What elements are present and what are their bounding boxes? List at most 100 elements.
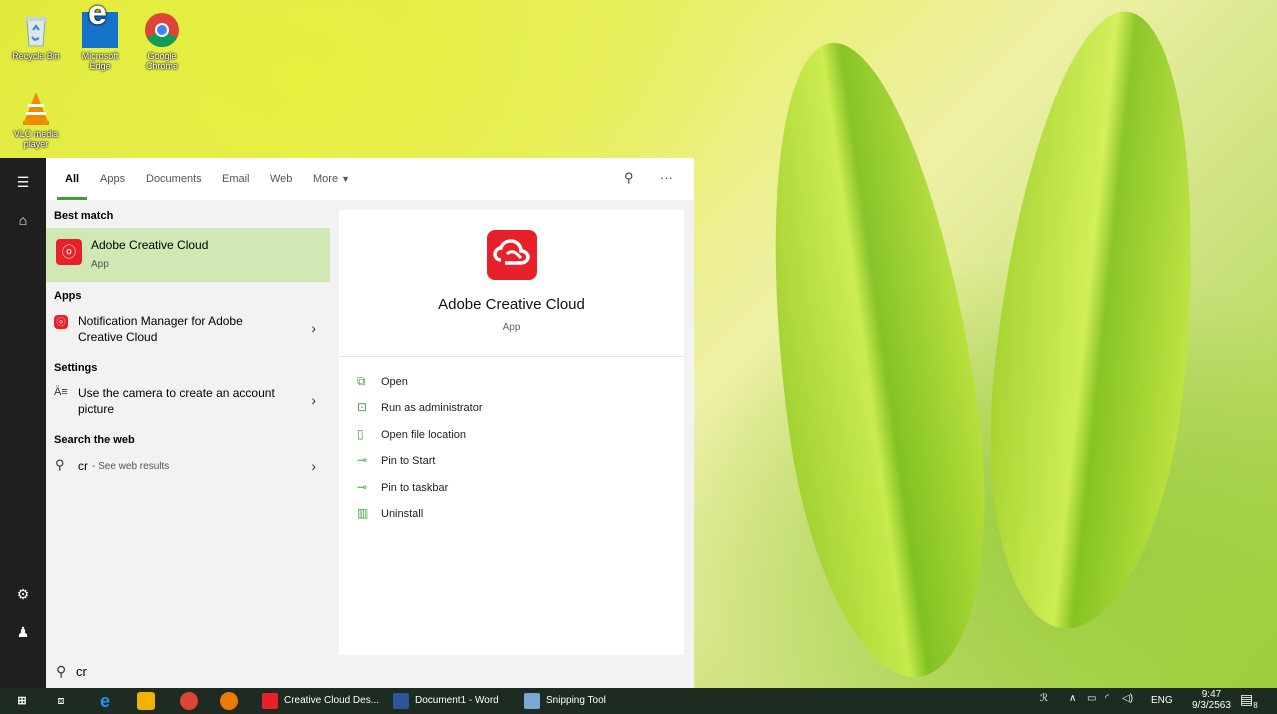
desktop-icon-label: Microsoft Edge bbox=[81, 51, 119, 71]
taskbar-app-word[interactable]: Document1 - Word bbox=[393, 691, 499, 711]
desktop-icon-label: Recycle Bin bbox=[12, 51, 60, 61]
user-icon[interactable]: ♟ bbox=[0, 624, 46, 641]
desktop-icon-chrome[interactable]: Google Chrome bbox=[132, 12, 192, 71]
section-search-web: Search the web bbox=[54, 434, 135, 446]
action-label: Pin to taskbar bbox=[381, 482, 449, 494]
task-view-icon[interactable]: ⧈ bbox=[52, 692, 70, 710]
desktop-icon-edge[interactable]: e Microsoft Edge bbox=[70, 0, 130, 71]
notification-count: 8 bbox=[1253, 700, 1258, 710]
search-box[interactable]: ⚲ cr bbox=[46, 655, 694, 688]
action-open-file-location[interactable]: ▯ Open file location bbox=[357, 427, 466, 441]
result-setting-camera-account[interactable]: Ä≡ Use the camera to create an account p… bbox=[46, 382, 330, 422]
chrome-taskbar-icon[interactable] bbox=[180, 692, 198, 710]
detail-divider bbox=[339, 356, 684, 357]
taskbar-app-label: Snipping Tool bbox=[546, 695, 606, 706]
clock-time: 9:47 bbox=[1201, 689, 1222, 700]
shield-icon: ⊡ bbox=[357, 400, 368, 414]
detail-title: Adobe Creative Cloud bbox=[438, 296, 585, 313]
people-icon[interactable]: ℛ bbox=[1040, 693, 1048, 704]
action-uninstall[interactable]: ▥ Uninstall bbox=[357, 506, 423, 520]
web-query: cr bbox=[78, 459, 88, 473]
wifi-icon[interactable]: ◜ bbox=[1105, 693, 1109, 704]
windows-start-icon[interactable]: ⊞ bbox=[13, 692, 31, 710]
action-label: Open bbox=[381, 376, 408, 388]
tab-web[interactable]: Web bbox=[270, 173, 292, 185]
tab-more[interactable]: More ▼ bbox=[313, 173, 350, 185]
chevron-down-icon: ▼ bbox=[341, 174, 351, 184]
tab-email[interactable]: Email bbox=[222, 173, 250, 185]
best-match-title: Adobe Creative Cloud bbox=[91, 238, 209, 252]
chevron-right-icon[interactable]: › bbox=[311, 458, 316, 474]
language-indicator[interactable]: ENG bbox=[1151, 695, 1173, 706]
chevron-right-icon[interactable]: › bbox=[311, 320, 316, 336]
notification-icon[interactable]: ▤8 bbox=[1240, 691, 1258, 710]
hamburger-menu-icon[interactable]: ☰ bbox=[0, 174, 46, 191]
web-hint: - See web results bbox=[92, 461, 170, 472]
firefox-icon[interactable] bbox=[220, 692, 238, 710]
wallpaper-leaf-right bbox=[968, 1, 1222, 639]
search-icon: ⚲ bbox=[55, 457, 65, 472]
chrome-icon bbox=[144, 12, 180, 48]
result-app-notification-manager[interactable]: ⓞ Notification Manager for Adobe Creativ… bbox=[46, 310, 330, 350]
clock[interactable]: 9:47 9/3/2563 bbox=[1192, 689, 1231, 711]
creative-cloud-icon: ⓞ bbox=[54, 315, 68, 329]
file-explorer-icon[interactable] bbox=[137, 692, 155, 710]
tab-all[interactable]: All bbox=[56, 173, 88, 200]
home-icon[interactable]: ⌂ bbox=[0, 212, 46, 228]
feedback-icon[interactable]: ⚲ bbox=[624, 170, 634, 186]
creative-cloud-icon bbox=[262, 693, 278, 709]
action-label: Pin to Start bbox=[381, 455, 436, 467]
desktop-icon-label: Google Chrome bbox=[145, 51, 178, 71]
creative-cloud-icon: ⓞ bbox=[56, 239, 82, 265]
snipping-tool-icon bbox=[524, 693, 540, 709]
search-icon: ⚲ bbox=[56, 663, 67, 679]
settings-gear-icon[interactable]: ⚙ bbox=[0, 586, 46, 603]
taskbar-app-snipping-tool[interactable]: Snipping Tool bbox=[524, 691, 606, 711]
tab-apps[interactable]: Apps bbox=[100, 173, 125, 185]
action-open[interactable]: ⧉ Open bbox=[357, 374, 408, 389]
detail-pane: Adobe Creative Cloud App ⧉ Open ⊡ Run as a… bbox=[339, 210, 684, 655]
word-icon bbox=[393, 693, 409, 709]
best-match-subtitle: App bbox=[91, 259, 109, 270]
chevron-up-icon[interactable]: ∧ bbox=[1069, 693, 1076, 704]
more-options-icon[interactable]: ··· bbox=[660, 170, 673, 185]
result-best-match[interactable]: ⓞ Adobe Creative Cloud App bbox=[46, 228, 330, 282]
pin-icon: ⊸ bbox=[357, 480, 368, 494]
tab-more-label: More bbox=[313, 173, 339, 185]
result-web-search[interactable]: ⚲ cr - See web results › bbox=[46, 454, 330, 478]
action-label: Run as administrator bbox=[381, 402, 483, 414]
wallpaper-leaf-left bbox=[736, 29, 1014, 691]
section-apps: Apps bbox=[54, 290, 82, 302]
volume-icon[interactable]: ◁) bbox=[1122, 693, 1133, 704]
taskbar-app-label: Creative Cloud Des... bbox=[284, 695, 380, 706]
recycle-bin-icon bbox=[18, 12, 54, 48]
search-tabs: All Apps Documents Email Web More ▼ ⚲ ··… bbox=[46, 158, 694, 200]
action-pin-to-start[interactable]: ⊸ Pin to Start bbox=[357, 453, 435, 467]
desktop-icon-recycle-bin[interactable]: Recycle Bin bbox=[6, 12, 66, 61]
file-icon: ▯ bbox=[357, 427, 364, 441]
search-query[interactable]: cr bbox=[76, 664, 87, 679]
edge-taskbar-icon[interactable]: e bbox=[96, 692, 114, 710]
setting-title-line1: Use the camera to create an account bbox=[78, 386, 275, 400]
trash-icon: ▥ bbox=[357, 506, 369, 520]
open-icon: ⧉ bbox=[357, 374, 366, 388]
setting-title-line2: picture bbox=[78, 402, 115, 416]
tab-documents[interactable]: Documents bbox=[146, 173, 202, 185]
app-title-line1: Notification Manager for Adobe bbox=[78, 314, 243, 328]
battery-icon[interactable]: ▭ bbox=[1087, 693, 1096, 704]
vlc-icon bbox=[18, 90, 54, 126]
action-label: Uninstall bbox=[381, 508, 424, 520]
taskbar-app-creative-cloud[interactable]: Creative Cloud Des... bbox=[262, 691, 379, 711]
creative-cloud-large-icon bbox=[487, 230, 537, 280]
desktop-icon-label: VLC media player bbox=[13, 129, 59, 149]
action-label: Open file location bbox=[381, 429, 466, 441]
pin-icon: ⊸ bbox=[357, 453, 368, 467]
clock-date: 9/3/2563 bbox=[1192, 700, 1231, 711]
chevron-right-icon[interactable]: › bbox=[311, 392, 316, 408]
action-run-as-admin[interactable]: ⊡ Run as administrator bbox=[357, 400, 483, 414]
start-rail: ☰ ⌂ ⚙ ♟ bbox=[0, 158, 46, 688]
detail-subtitle: App bbox=[502, 322, 521, 333]
taskbar: ⊞ ⧈ e Creative Cloud Des... Document1 - … bbox=[0, 688, 1277, 714]
action-pin-to-taskbar[interactable]: ⊸ Pin to taskbar bbox=[357, 480, 448, 494]
desktop-icon-vlc[interactable]: VLC media player bbox=[6, 90, 66, 149]
